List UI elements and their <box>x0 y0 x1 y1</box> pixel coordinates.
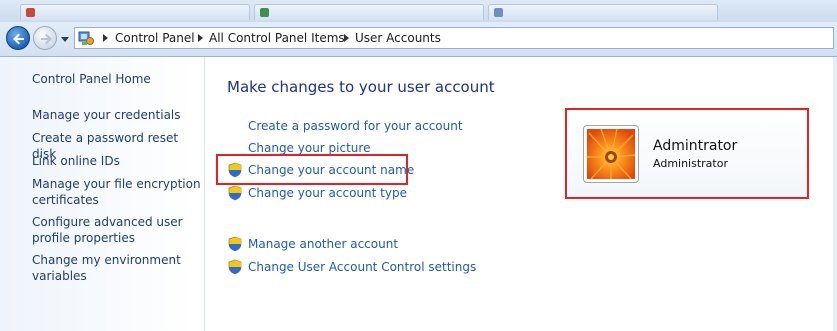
breadcrumb-separator[interactable] <box>198 34 203 42</box>
sidebar-item-control-panel-home[interactable]: Control Panel Home <box>32 71 202 87</box>
control-panel-icon <box>78 31 94 45</box>
highlight-box-account-tile <box>565 108 809 199</box>
change-account-type-link[interactable]: Change your account type <box>248 185 407 201</box>
sidebar-item-file-encryption[interactable]: Manage your file encryption certificates <box>32 176 202 208</box>
sidebar-item-environment-variables[interactable]: Change my environment variables <box>32 252 202 284</box>
breadcrumb-separator[interactable] <box>344 34 349 42</box>
sidebar-item-manage-credentials[interactable]: Manage your credentials <box>32 107 202 123</box>
uac-shield-icon <box>228 259 242 275</box>
tab-2[interactable] <box>254 4 484 20</box>
uac-shield-icon <box>228 236 242 252</box>
navigation-bar: Control Panel All Control Panel Items Us… <box>0 22 837 57</box>
sidebar: Control Panel Home Manage your credentia… <box>0 57 205 331</box>
breadcrumb-control-panel[interactable]: Control Panel <box>115 28 195 48</box>
uac-shield-icon <box>228 185 242 201</box>
tab-3[interactable] <box>488 4 718 20</box>
breadcrumb-user-accounts[interactable]: User Accounts <box>355 28 441 48</box>
page-title: Make changes to your user account <box>227 78 495 96</box>
back-arrow-icon <box>13 33 24 45</box>
back-button[interactable] <box>6 26 30 50</box>
forward-arrow-icon <box>41 33 52 45</box>
window-edge <box>833 57 837 331</box>
sidebar-item-link-online-ids[interactable]: Link online IDs <box>32 153 202 169</box>
breadcrumb-separator[interactable] <box>103 34 108 42</box>
address-bar[interactable]: Control Panel All Control Panel Items Us… <box>74 27 834 49</box>
create-password-link[interactable]: Create a password for your account <box>248 118 463 134</box>
change-uac-settings-link[interactable]: Change User Account Control settings <box>248 259 476 275</box>
sidebar-item-advanced-profile[interactable]: Configure advanced user profile properti… <box>32 214 202 246</box>
forward-button[interactable] <box>33 26 57 50</box>
manage-another-account-link[interactable]: Manage another account <box>248 236 398 252</box>
tab-1[interactable] <box>20 4 250 20</box>
recent-pages-dropdown-icon[interactable] <box>61 35 69 43</box>
breadcrumb-all-control-panel-items[interactable]: All Control Panel Items <box>209 28 345 48</box>
highlight-box-account-name <box>216 154 408 185</box>
browser-tab-strip <box>0 0 837 23</box>
